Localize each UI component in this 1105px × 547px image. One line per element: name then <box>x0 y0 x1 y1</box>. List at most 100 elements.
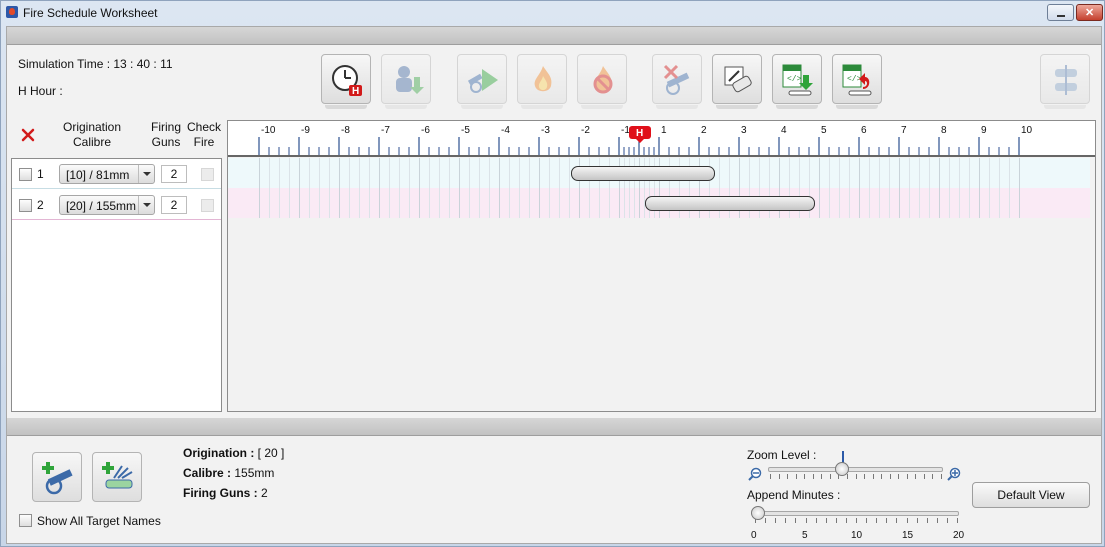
grid-line <box>449 158 450 188</box>
ruler-label: 9 <box>981 125 987 136</box>
soldier-download-icon <box>396 66 424 94</box>
grid-line <box>449 188 450 218</box>
row-checkbox[interactable] <box>19 168 32 181</box>
grid-line <box>469 188 470 218</box>
add-target-button[interactable] <box>92 452 142 502</box>
slider-tick <box>795 474 797 479</box>
title-bar: Fire Schedule Worksheet <box>1 1 1104 25</box>
calibre-select[interactable]: [20] / 155mm <box>59 195 155 215</box>
grid-line <box>979 188 980 218</box>
firing-guns-input[interactable]: 2 <box>161 165 187 183</box>
grid-line <box>509 188 510 218</box>
grid-line <box>379 158 380 188</box>
zoom-out-icon[interactable] <box>748 467 762 481</box>
grid-line <box>289 158 290 188</box>
zoom-in-icon[interactable] <box>947 467 961 481</box>
grid-line <box>1009 158 1010 188</box>
grid-line <box>439 158 440 188</box>
table-row[interactable]: 2 [20] / 155mm 2 <box>12 190 221 220</box>
append-minutes-label: Append Minutes : <box>747 488 841 502</box>
slider-tick <box>866 518 868 523</box>
check-fire-checkbox[interactable] <box>201 199 214 212</box>
grid-line <box>719 158 720 188</box>
grid-line <box>909 158 910 188</box>
grid-line <box>1019 188 1020 218</box>
schedule-table: 1 [10] / 81mm 2 2 [20] / 155mm 2 <box>11 158 222 412</box>
red-x-icon[interactable] <box>21 128 35 142</box>
grid-line <box>989 158 990 188</box>
ruler-label: 3 <box>741 125 747 136</box>
firing-guns-header: Firing Guns <box>150 120 181 149</box>
slider-tick <box>941 474 942 479</box>
grid-line <box>399 188 400 218</box>
grid-line <box>479 158 480 188</box>
table-header: Origination Calibre Firing Guns Check Fi… <box>11 118 222 156</box>
import-unit-button[interactable] <box>381 54 431 109</box>
grid-line <box>849 158 850 188</box>
ruler-label: -1 <box>621 125 630 136</box>
default-view-button[interactable]: Default View <box>972 482 1090 508</box>
timeline-panel[interactable]: -10 -9 -8 -7 -6 -5 -4 -3 -2 -1 1 2 3 4 5 6 7 8 9 10 H <box>227 120 1096 412</box>
grid-line <box>309 188 310 218</box>
grid-line <box>589 188 590 218</box>
layout-toggle-icon <box>1055 65 1077 95</box>
export-xml-button[interactable]: </> <box>772 54 822 109</box>
close-button[interactable] <box>1076 4 1103 21</box>
delete-gun-button[interactable] <box>652 54 702 109</box>
grid-line <box>839 188 840 218</box>
add-gun-button[interactable] <box>32 452 82 502</box>
slider-tick <box>898 474 900 479</box>
window: Fire Schedule Worksheet Simulation Time … <box>0 0 1105 547</box>
set-h-hour-button[interactable]: H <box>321 54 371 109</box>
timeline-lane[interactable] <box>228 188 1090 218</box>
grid-line <box>619 188 620 218</box>
slider-tick <box>821 474 823 479</box>
append-minutes-slider[interactable] <box>753 511 959 516</box>
play-button[interactable] <box>457 54 507 109</box>
slider-tick <box>876 518 878 523</box>
fire-schedule-bar[interactable] <box>571 166 715 181</box>
zoom-slider-thumb[interactable] <box>834 462 849 476</box>
grid-line <box>419 188 420 218</box>
fire-button[interactable] <box>517 54 567 109</box>
calibre-select[interactable]: [10] / 81mm <box>59 164 155 184</box>
cancel-fire-button[interactable] <box>577 54 627 109</box>
slider-tick <box>855 474 857 479</box>
clock-h-icon: H <box>332 65 362 97</box>
h-hour-marker-pointer <box>636 139 644 143</box>
client-area: Simulation Time : 13 : 40 : 11 H Hour : … <box>6 26 1102 544</box>
fire-schedule-bar[interactable] <box>645 196 815 211</box>
grid-line <box>369 188 370 218</box>
check-fire-header: Check Fire <box>186 120 221 149</box>
row-checkbox[interactable] <box>19 199 32 212</box>
grid-line <box>359 188 360 218</box>
ruler-label: 2 <box>701 125 707 136</box>
xml-import-icon: </> <box>842 64 872 96</box>
ruler-label: -2 <box>581 125 590 136</box>
check-fire-checkbox[interactable] <box>201 168 214 181</box>
grid-line <box>379 188 380 218</box>
slider-tick <box>896 518 898 523</box>
show-all-checkbox[interactable] <box>19 514 32 527</box>
table-row[interactable]: 1 [10] / 81mm 2 <box>12 159 221 189</box>
timeline-lane[interactable] <box>228 158 1090 188</box>
slider-tick <box>872 474 874 479</box>
grid-line <box>369 158 370 188</box>
grid-line <box>399 158 400 188</box>
ruler-label: -7 <box>381 125 390 136</box>
slider-tick <box>804 474 806 479</box>
edit-button[interactable] <box>712 54 762 109</box>
firing-guns-input[interactable]: 2 <box>161 196 187 214</box>
gun-delete-icon <box>663 64 690 95</box>
time-ruler[interactable]: -10 -9 -8 -7 -6 -5 -4 -3 -2 -1 1 2 3 4 5 6 7 8 9 10 H <box>228 121 1095 157</box>
grid-line <box>859 158 860 188</box>
append-slider-thumb[interactable] <box>751 506 765 520</box>
ruler-label: -3 <box>541 125 550 136</box>
zoom-slider[interactable] <box>768 467 943 472</box>
layout-toggle-button[interactable] <box>1040 54 1090 109</box>
grid-line <box>789 158 790 188</box>
import-xml-button[interactable]: </> <box>832 54 882 109</box>
minimize-button[interactable] <box>1047 4 1074 21</box>
slider-tick <box>864 474 866 479</box>
grid-line <box>299 188 300 218</box>
